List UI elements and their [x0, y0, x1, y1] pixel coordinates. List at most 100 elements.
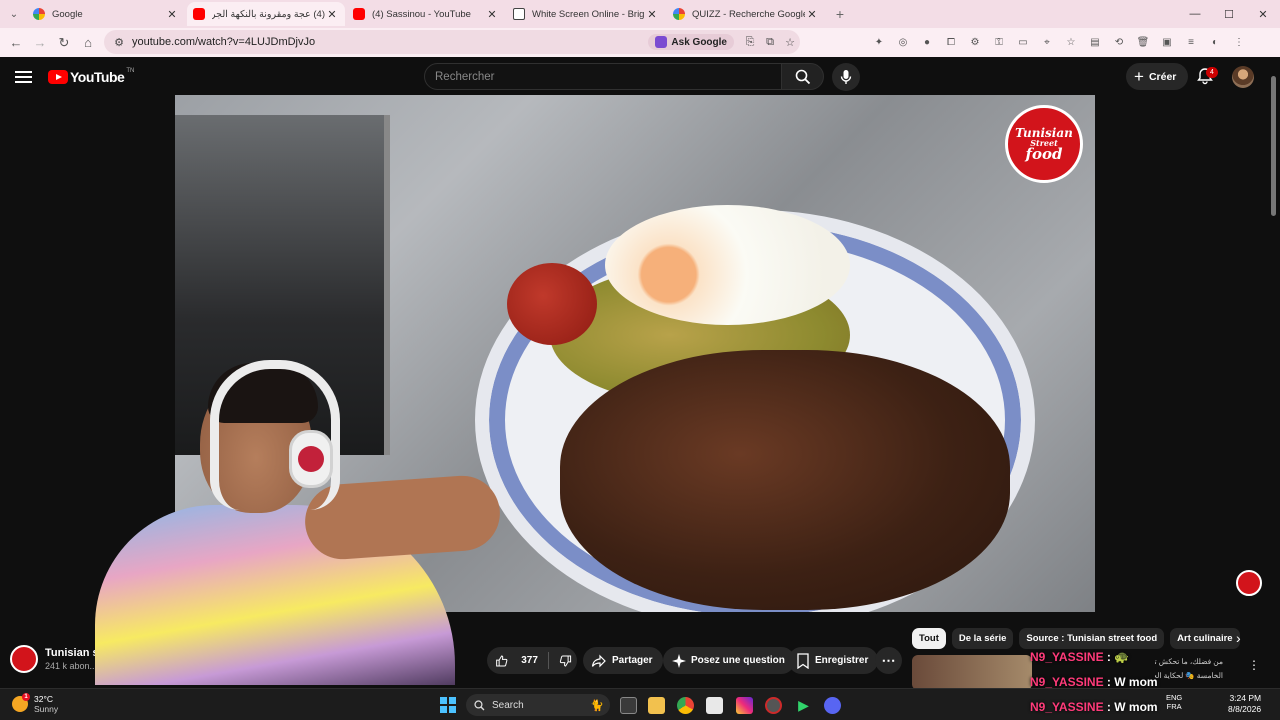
account-avatar[interactable] — [1232, 66, 1254, 88]
youtube-logo[interactable]: YouTube TN — [48, 68, 135, 85]
site-info-icon[interactable]: ⚙ — [110, 33, 128, 51]
chrome-icon[interactable] — [677, 697, 694, 714]
scrollbar-thumb[interactable] — [1271, 76, 1276, 216]
chip-series[interactable]: De la série — [951, 628, 1014, 649]
browser-tab-quizz[interactable]: QUIZZ - Recherche Google ✕ — [667, 2, 825, 26]
share-button[interactable]: Partager — [583, 647, 663, 674]
history-icon[interactable]: ⟲ — [1108, 30, 1130, 54]
windows-start-icon[interactable] — [440, 697, 456, 713]
close-tab-icon[interactable]: ✕ — [165, 8, 179, 21]
menu-icon[interactable] — [15, 71, 32, 83]
url-text[interactable]: youtube.com/watch?v=4LUJDmDjvJo — [132, 36, 648, 48]
chevron-right-icon[interactable]: › — [1236, 630, 1241, 646]
reading-list-icon[interactable]: ▤ — [1084, 30, 1106, 54]
tab-title: (4) عجة ومقرونة بالنكهة الجربية | ... — [212, 8, 325, 20]
like-count[interactable]: 377 — [521, 655, 538, 666]
file-explorer-icon[interactable] — [648, 697, 665, 714]
voice-search-button[interactable] — [832, 63, 860, 91]
store-icon[interactable] — [706, 697, 723, 714]
discord-icon[interactable] — [824, 697, 841, 714]
tab-search-icon[interactable]: ⌄ — [3, 3, 25, 25]
play-store-icon[interactable]: ▶ — [795, 697, 812, 714]
task-view-icon[interactable] — [620, 697, 637, 714]
search-input[interactable]: Rechercher — [424, 63, 782, 90]
close-window-icon[interactable]: ✕ — [1246, 0, 1280, 28]
chip-all[interactable]: Tout — [912, 628, 946, 649]
language-secondary: FRA — [1166, 702, 1182, 712]
ask-google-button[interactable]: Ask Google — [648, 34, 734, 50]
more-vertical-icon[interactable]: ⋮ — [1248, 658, 1260, 672]
search-button[interactable] — [781, 63, 824, 90]
create-button[interactable]: + Créer — [1126, 63, 1189, 90]
ask-question-button[interactable]: Posez une question — [663, 647, 795, 674]
bookmarks-icon[interactable]: ☆ — [1060, 30, 1082, 54]
channel-branding-watermark[interactable] — [1236, 570, 1262, 596]
ask-google-label: Ask Google — [671, 36, 727, 48]
close-tab-icon[interactable]: ✕ — [645, 8, 659, 21]
taskbar-search-label: Search — [492, 699, 524, 711]
reload-icon[interactable]: ↻ — [52, 31, 76, 55]
obs-icon[interactable] — [765, 697, 782, 714]
close-tab-icon[interactable]: ✕ — [485, 8, 499, 21]
profile-icon[interactable]: ◐ — [1204, 30, 1226, 54]
browser-tab-sassinou[interactable]: (4) Sassinou - YouTube ✕ — [347, 2, 505, 26]
close-tab-icon[interactable]: ✕ — [805, 8, 819, 21]
search-highlight-icon: 🐈 — [590, 699, 604, 712]
maximize-icon[interactable]: ☐ — [1212, 0, 1246, 28]
media-icon[interactable]: ≡ — [1180, 30, 1202, 54]
channel-watermark-logo: Tunisian Street food — [1005, 105, 1083, 183]
like-divider — [547, 652, 549, 669]
recommended-video-title[interactable]: من فضلك، ما تحكش تحكي — [1155, 657, 1223, 666]
page-scrollbar[interactable] — [1270, 62, 1278, 712]
card-icon[interactable]: ▭ — [1012, 30, 1034, 54]
recommended-video-thumbnail[interactable] — [912, 655, 1032, 690]
watermark-text: food — [1025, 144, 1063, 163]
password-icon[interactable]: ⚿ — [988, 30, 1010, 54]
tab-title: QUIZZ - Recherche Google — [692, 8, 805, 20]
chip-source[interactable]: Source : Tunisian street food — [1019, 628, 1165, 649]
browser-tab-youtube-video[interactable]: (4) عجة ومقرونة بالنكهة الجربية | ... ✕ — [187, 2, 345, 26]
forward-icon[interactable]: → — [28, 31, 52, 55]
more-actions-button[interactable]: ⋯ — [875, 647, 902, 674]
chat-message: N9_YASSINE : 🐢 — [1030, 650, 1130, 664]
system-clock[interactable]: 3:24 PM 8/8/2026 — [1228, 693, 1261, 715]
extension-icon[interactable]: ◎ — [892, 30, 914, 54]
extension-icon[interactable]: ● — [916, 30, 938, 54]
microphone-icon — [840, 70, 852, 84]
video-frame-meat — [560, 350, 1010, 610]
weather-widget[interactable]: 1 32°C Sunny — [12, 693, 59, 715]
location-icon[interactable]: ⌖ — [1036, 30, 1058, 54]
browser-menu-icon[interactable]: ⋮ — [1228, 30, 1250, 54]
install-icon[interactable]: ⧉ — [760, 36, 780, 49]
extension-icon[interactable]: ⚙ — [964, 30, 986, 54]
thumbs-down-icon[interactable] — [559, 653, 572, 669]
close-tab-icon[interactable]: ✕ — [325, 8, 339, 21]
chip-culinary[interactable]: Art culinaire — [1170, 628, 1240, 649]
save-button[interactable]: Enregistrer — [788, 647, 879, 674]
recommended-video-title[interactable]: الخامسة 🎭 لحكاية الجاري — [1155, 671, 1223, 680]
home-icon[interactable]: ⌂ — [76, 31, 100, 55]
language-indicator[interactable]: ENG FRA — [1166, 693, 1182, 712]
browser-tab-google[interactable]: Google ✕ — [27, 2, 185, 26]
taskbar-search[interactable]: Search 🐈 — [466, 694, 610, 716]
country-code: TN — [126, 68, 135, 74]
bookmark-star-icon[interactable]: ☆ — [780, 36, 800, 49]
instagram-icon[interactable] — [736, 697, 753, 714]
extension-icon[interactable]: ✦ — [868, 30, 890, 54]
thumbs-up-icon[interactable] — [495, 653, 508, 669]
chat-message: N9_YASSINE : W mom — [1030, 700, 1158, 714]
delete-icon[interactable]: 🗑 — [1132, 30, 1154, 54]
new-tab-button[interactable]: + — [829, 6, 851, 22]
extensions-puzzle-icon[interactable]: ⧠ — [940, 30, 962, 54]
tab-search-icon[interactable]: ▣ — [1156, 30, 1178, 54]
translate-icon[interactable]: ⎘ — [740, 36, 760, 49]
channel-avatar[interactable] — [10, 645, 38, 673]
browser-tab-white-screen[interactable]: White Screen Online - Bright W ✕ — [507, 2, 665, 26]
window-controls: — ☐ ✕ — [1178, 0, 1280, 28]
streamer-webcam-overlay — [90, 355, 530, 685]
address-bar[interactable]: ⚙ youtube.com/watch?v=4LUJDmDjvJo Ask Go… — [104, 30, 800, 54]
weather-condition: Sunny — [34, 704, 59, 715]
minimize-icon[interactable]: — — [1178, 0, 1212, 28]
youtube-wordmark: YouTube — [70, 69, 125, 85]
back-icon[interactable]: ← — [4, 31, 28, 55]
